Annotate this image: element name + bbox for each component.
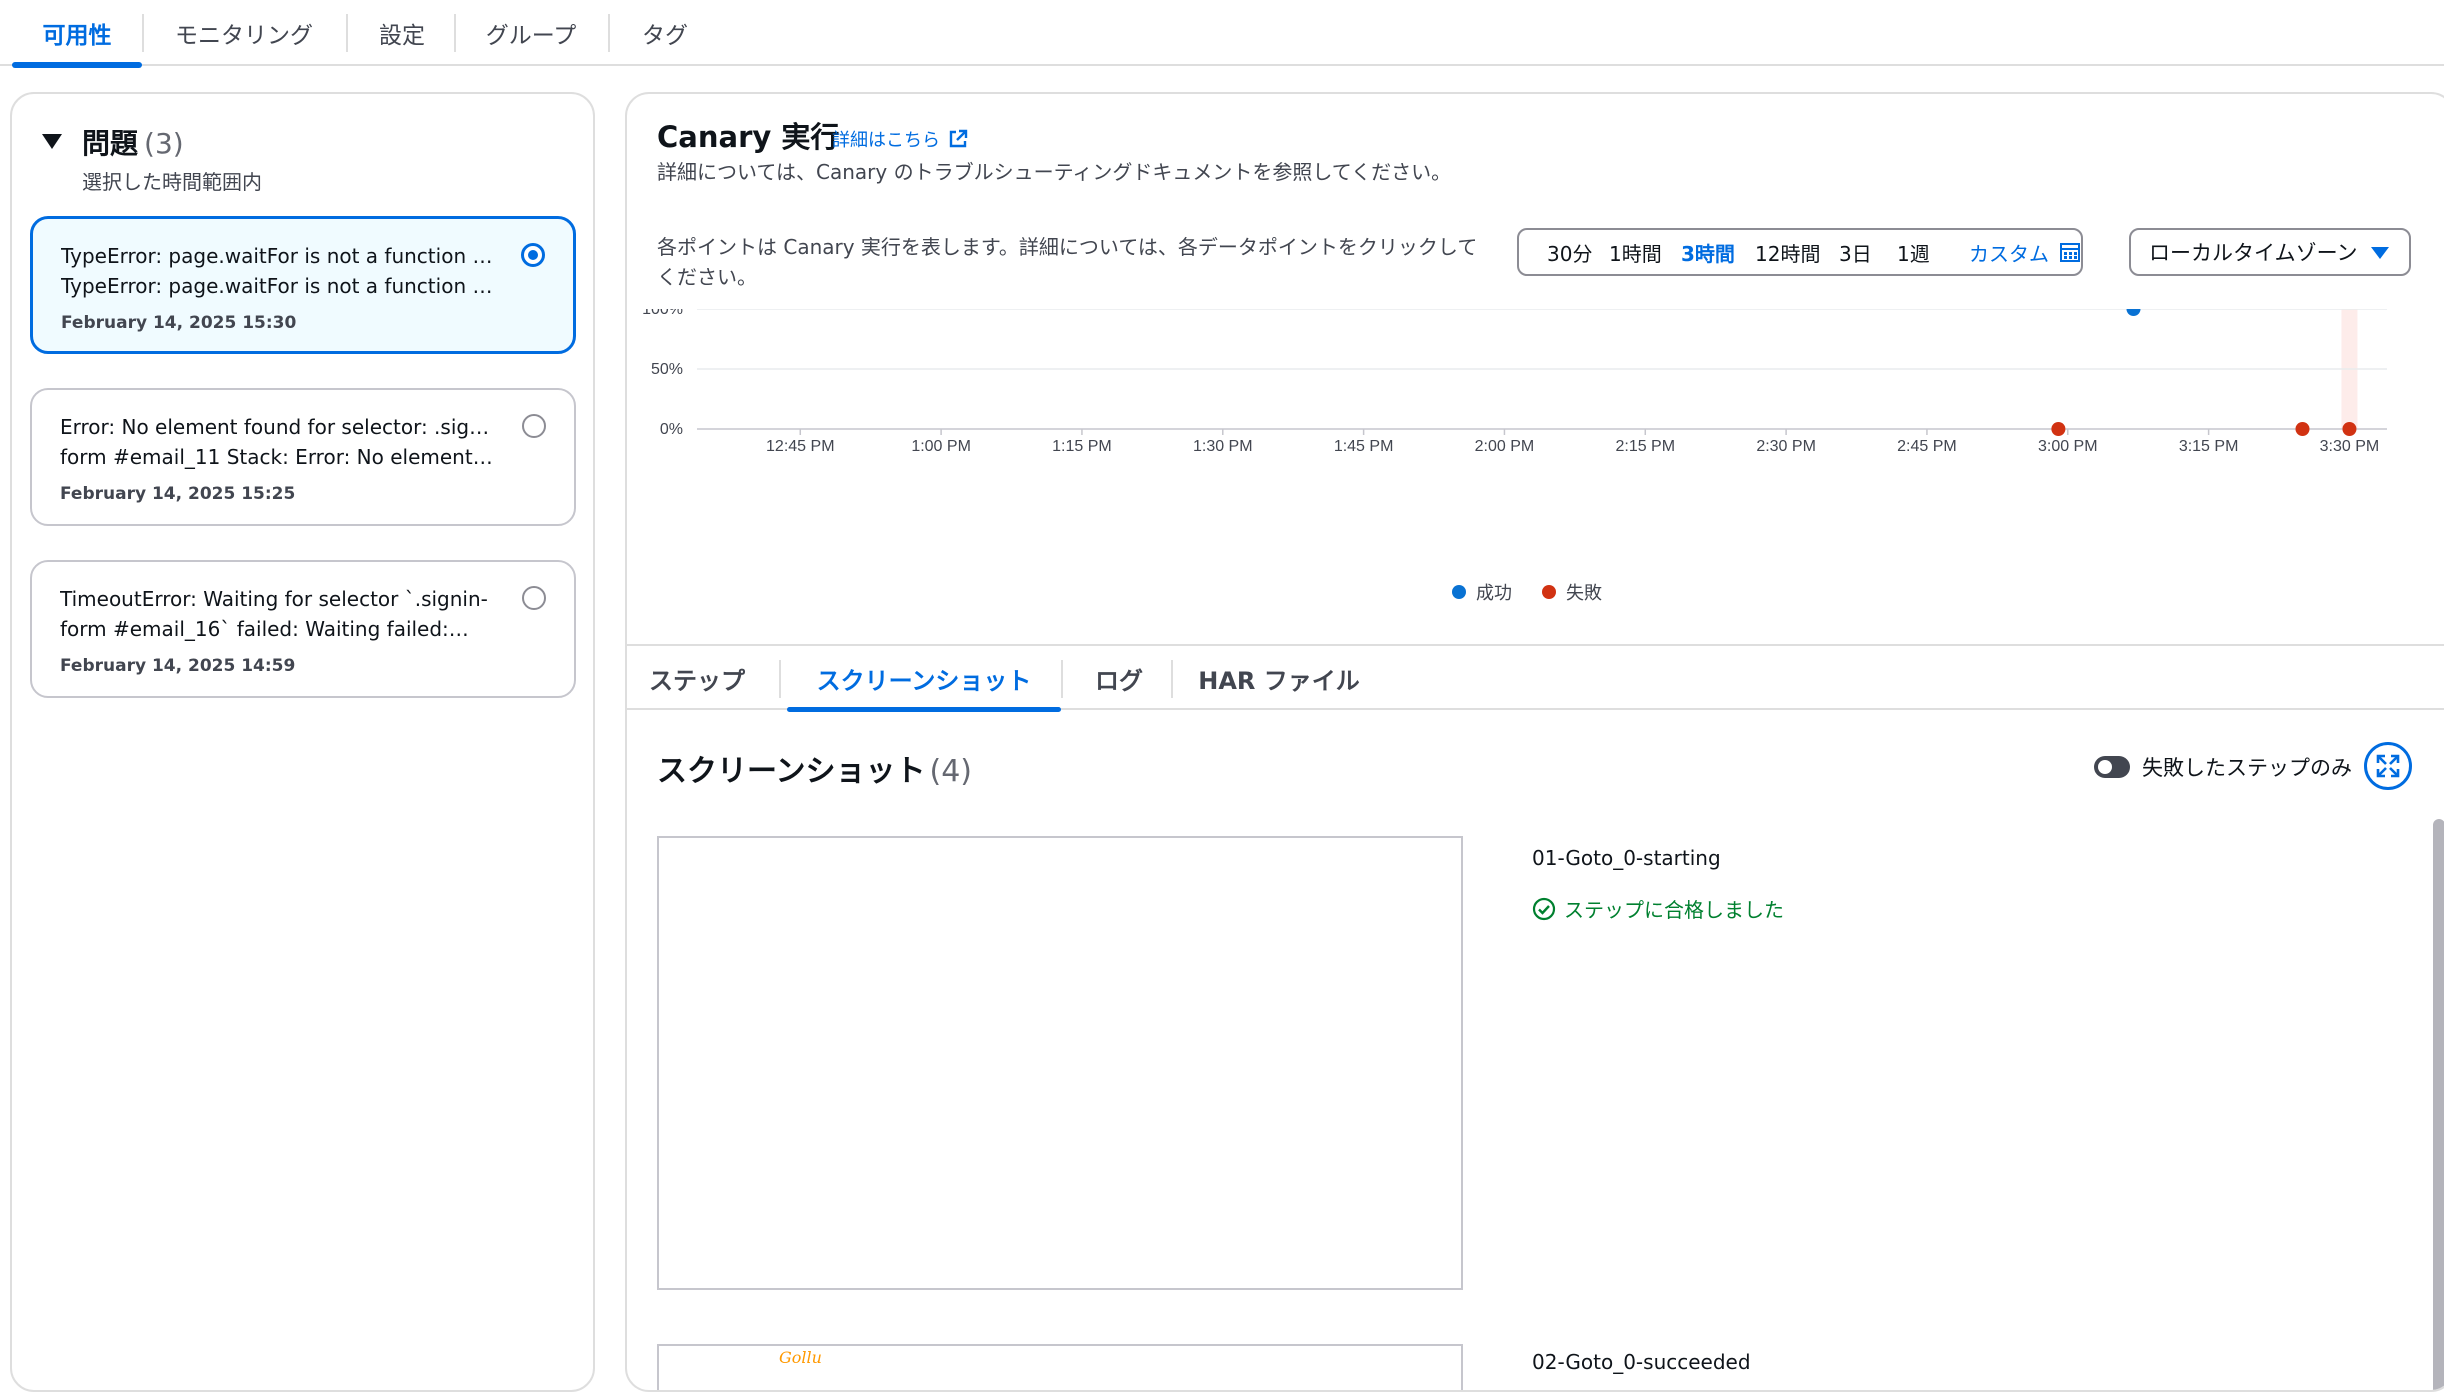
scrollbar[interactable]: [2433, 819, 2444, 1390]
x-tick-label: 1:30 PM: [1193, 438, 1253, 455]
x-tick-label: 2:30 PM: [1756, 438, 1816, 455]
canary-run-chart: 100% 50% 0% 12:45 PM 1:00 PM 1:15 PM 1:30 PM 1:…: [642, 309, 2387, 455]
legend-item-success[interactable]: 成功: [1452, 579, 1512, 605]
expand-button[interactable]: [2364, 742, 2412, 790]
screenshots-title: スクリーンショット (4): [657, 754, 973, 789]
legend-marker: [1452, 585, 1466, 599]
tab-tags[interactable]: タグ: [610, 0, 720, 66]
x-tick-label: 12:45 PM: [766, 438, 834, 455]
issues-subtitle: 選択した時間範囲内: [82, 170, 262, 194]
x-tick-label: 3:30 PM: [2320, 438, 2380, 455]
points-description: 各ポイントは Canary 実行を表します。詳細については、各データポイントをク…: [657, 235, 1478, 289]
tab-screenshots[interactable]: スクリーンショット: [787, 646, 1061, 712]
logo-image: Gollu: [779, 1348, 822, 1367]
tab-har-file[interactable]: HAR ファイル: [1179, 646, 1379, 710]
x-tick-label: 1:00 PM: [911, 438, 971, 455]
expand-icon: [2376, 754, 2400, 778]
tab-logs[interactable]: ログ: [1067, 646, 1171, 710]
range-custom[interactable]: カスタム: [1969, 230, 2081, 274]
issue-card[interactable]: TimeoutError: Waiting for selector `.sig…: [30, 560, 576, 698]
issue-message: Error: No element found for selector: .s…: [60, 415, 500, 469]
failure-point[interactable]: [2342, 422, 2357, 436]
y-tick-label: 0%: [660, 421, 683, 438]
top-tab-bar: 可用性 モニタリング 設定 グループ タグ: [0, 0, 2444, 68]
range-3d[interactable]: 3日: [1839, 230, 1872, 274]
issues-count: (3): [144, 127, 184, 160]
detail-tab-bar: ステップ スクリーンショット ログ HAR ファイル: [627, 644, 2444, 712]
time-range-selector: 30分 1時間 3時間 12時間 3日 1週 カスタム: [1517, 228, 2083, 276]
caret-down-icon: [2371, 247, 2389, 259]
caret-down-icon[interactable]: [42, 134, 62, 149]
tab-groups[interactable]: グループ: [456, 0, 606, 66]
tab-divider: [779, 660, 781, 698]
calendar-icon: [2060, 243, 2080, 262]
x-tick-label: 1:15 PM: [1052, 438, 1112, 455]
issues-panel: 問題 (3) 選択した時間範囲内 TypeError: page.waitFor …: [10, 92, 595, 1392]
issue-card[interactable]: TypeError: page.waitFor is not a functio…: [30, 216, 576, 354]
success-point[interactable]: [2126, 309, 2141, 316]
tab-settings[interactable]: 設定: [348, 0, 456, 66]
failed-steps-only-toggle[interactable]: [2094, 756, 2130, 778]
range-1h[interactable]: 1時間: [1609, 230, 1662, 274]
check-circle-icon: [1532, 897, 1556, 920]
y-tick-label: 50%: [651, 361, 683, 378]
y-tick-label: 100%: [642, 309, 683, 318]
issue-date: February 14, 2025 15:25: [60, 484, 296, 504]
step-name: 01-Goto_0-starting: [1532, 846, 1721, 870]
x-tick-label: 3:15 PM: [2179, 438, 2239, 455]
timezone-select[interactable]: ローカルタイムゾーン: [2129, 228, 2411, 276]
tab-monitoring[interactable]: モニタリング: [144, 0, 344, 66]
range-3h[interactable]: 3時間: [1681, 230, 1735, 274]
tab-availability[interactable]: 可用性: [12, 0, 142, 68]
step-status: ステップに合格しました: [1532, 894, 1784, 923]
issue-date: February 14, 2025 14:59: [60, 656, 296, 676]
chart-legend: 成功 失敗: [1452, 579, 1602, 605]
legend-item-failure[interactable]: 失敗: [1542, 579, 1602, 605]
tab-divider: [1171, 660, 1173, 698]
issue-message: TypeError: page.waitFor is not a functio…: [61, 244, 501, 298]
tab-divider: [1061, 660, 1063, 698]
issues-title: 問題 (3): [82, 127, 184, 160]
range-30m[interactable]: 30分: [1547, 230, 1592, 274]
x-tick-label: 3:00 PM: [2038, 438, 2098, 455]
external-link-icon: [949, 129, 968, 148]
issue-radio[interactable]: [522, 414, 546, 438]
canary-description: 詳細については、Canary のトラブルシューティングドキュメントを参照してくだ…: [657, 160, 1452, 184]
issue-message: TimeoutError: Waiting for selector `.sig…: [60, 587, 488, 641]
range-1w[interactable]: 1週: [1897, 230, 1930, 274]
toggle-label: 失敗したステップのみ: [2142, 756, 2352, 780]
issue-radio[interactable]: [521, 243, 545, 267]
screenshots-count: (4): [929, 754, 973, 789]
legend-marker: [1542, 585, 1556, 599]
failure-point[interactable]: [2295, 422, 2310, 436]
x-tick-label: 2:15 PM: [1615, 438, 1675, 455]
learn-more-link[interactable]: 詳細はこちら: [832, 126, 968, 152]
failure-point[interactable]: [2051, 422, 2066, 436]
issue-date: February 14, 2025 15:30: [61, 313, 297, 333]
x-tick-label: 2:00 PM: [1475, 438, 1535, 455]
issue-radio[interactable]: [522, 586, 546, 610]
x-tick-label: 2:45 PM: [1897, 438, 1957, 455]
issue-card[interactable]: Error: No element found for selector: .s…: [30, 388, 576, 526]
screenshot-thumbnail[interactable]: Gollu: [657, 1344, 1463, 1390]
tab-steps[interactable]: ステップ: [637, 646, 757, 710]
range-12h[interactable]: 12時間: [1755, 230, 1820, 274]
canary-title: Canary 実行: [657, 120, 840, 154]
x-tick-label: 1:45 PM: [1334, 438, 1394, 455]
canary-runs-panel: Canary 実行 詳細はこちら 詳細については、Canary のトラブルシュー…: [625, 92, 2444, 1392]
screenshot-thumbnail[interactable]: [657, 836, 1463, 1290]
step-name: 02-Goto_0-succeeded: [1532, 1350, 1751, 1374]
